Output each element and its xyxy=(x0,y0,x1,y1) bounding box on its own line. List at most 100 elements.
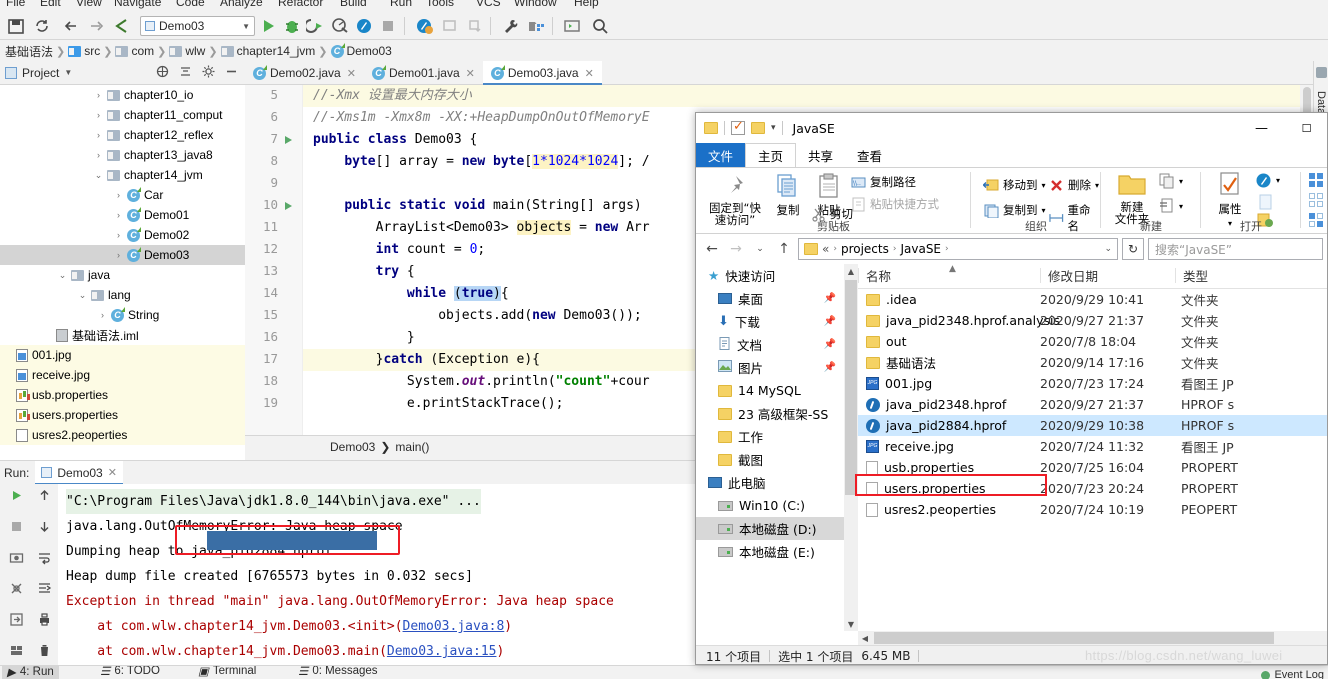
stop-icon[interactable] xyxy=(378,16,398,36)
bottom-tab-run[interactable]: ▶ 4: Run xyxy=(2,666,59,679)
minimize-button[interactable]: — xyxy=(1239,113,1284,143)
tree-item-chapter10-io[interactable]: › chapter10_io xyxy=(0,85,245,105)
nav-item-work[interactable]: 工作 xyxy=(696,425,844,448)
tab-demo02-java[interactable]: C Demo02.java ✕ xyxy=(245,61,364,85)
expand-arrow[interactable]: › xyxy=(114,250,123,260)
dropdown-icon-2[interactable]: ▾ xyxy=(1095,181,1099,190)
edit-button[interactable] xyxy=(1257,194,1273,211)
tree-item-car[interactable]: › C Car xyxy=(0,185,245,205)
menu-item-navigate[interactable]: Navigate xyxy=(114,0,161,9)
collapse-arrow[interactable]: ⌄ xyxy=(78,290,87,301)
file-row[interactable]: java_pid2348.hprof 2020/9/27 21:37 HPROF s xyxy=(858,394,1327,415)
editor-breadcrumb-method[interactable]: main() xyxy=(395,440,429,454)
menu-item-view[interactable]: View xyxy=(76,0,102,9)
file-row[interactable]: java_pid2348.hprof.analysis 2020/9/27 21:… xyxy=(858,310,1327,331)
run-configuration-selector[interactable]: Demo03 ▼ xyxy=(140,16,255,36)
dropdown-icon-3[interactable]: ▾ xyxy=(1042,206,1046,215)
menu-item-code[interactable]: Code xyxy=(176,0,205,9)
collapse-arrow[interactable]: ⌄ xyxy=(94,170,103,181)
tree-item-usbproperties[interactable]: usb.properties xyxy=(0,385,245,405)
breadcrumb-item-module[interactable]: 基础语法 xyxy=(2,43,56,60)
nav-item-downloads[interactable]: ⬇ 下载 📌 xyxy=(696,310,844,333)
stacktrace-link[interactable]: Demo03.java:15 xyxy=(387,644,497,659)
forward-icon[interactable] xyxy=(86,16,106,36)
menu-item-analyze[interactable]: Analyze xyxy=(220,0,263,9)
maximize-button[interactable]: ☐ xyxy=(1284,113,1327,143)
scroll-to-end-icon[interactable] xyxy=(37,581,52,599)
debug-icon[interactable] xyxy=(282,16,302,36)
event-log-status[interactable]: Event Log xyxy=(1261,669,1324,679)
tree-item-chapter14-jvm[interactable]: ⌄ chapter14_jvm xyxy=(0,165,245,185)
print-icon[interactable] xyxy=(37,612,52,630)
nav-item-local-disk-d[interactable]: 本地磁盘 (D:) xyxy=(696,517,844,540)
pin-icon[interactable]: 📌 xyxy=(824,339,836,350)
close-icon[interactable]: ✕ xyxy=(466,67,475,80)
scrollbar-thumb[interactable] xyxy=(874,632,1274,644)
nav-item-23-framework[interactable]: 23 高级框架-SS xyxy=(696,402,844,425)
tree-item-chapter12-reflex[interactable]: › chapter12_reflex xyxy=(0,125,245,145)
copy-button[interactable]: 复制 xyxy=(768,173,808,216)
bottom-tab-terminal[interactable]: ▣ Terminal xyxy=(198,666,256,678)
menu-item-build[interactable]: Build xyxy=(340,0,367,9)
dropdown-icon-5[interactable]: ▾ xyxy=(1179,202,1183,211)
dropdown-icon[interactable]: ▾ xyxy=(1042,181,1046,190)
editor-gutter[interactable]: 5 6 7 8 9 10 11 12 13 14 15 16 17 18 19 xyxy=(245,85,303,435)
file-explorer-window[interactable]: ▾ JavaSE — ☐ 文件 主页 共享 查看 固定到“快 速访问” 复制 xyxy=(695,112,1328,665)
open-button[interactable]: ▾ xyxy=(1255,172,1280,189)
scrollbar-thumb[interactable] xyxy=(845,280,857,495)
new-folder-icon[interactable] xyxy=(751,122,765,134)
copy-to-button[interactable]: 复制到 ▾ xyxy=(983,202,1046,218)
properties-icon[interactable] xyxy=(731,119,745,135)
stop-icon[interactable] xyxy=(9,519,24,537)
address-crumb-javase[interactable]: JavaSE xyxy=(900,242,941,256)
expand-arrow[interactable]: › xyxy=(94,130,103,140)
menu-item-edit[interactable]: Edit xyxy=(40,0,61,9)
dropdown-icon-4[interactable]: ▾ xyxy=(1179,177,1183,186)
dropdown-icon[interactable]: ▾ xyxy=(771,123,776,133)
file-row[interactable]: .idea 2020/9/29 10:41 文件夹 xyxy=(858,289,1327,310)
tree-item-001jpg[interactable]: 001.jpg xyxy=(0,345,245,365)
scroll-up-icon[interactable]: ▲ xyxy=(844,264,858,278)
close-icon[interactable]: ✕ xyxy=(585,67,594,80)
tab-demo03-java[interactable]: C Demo03.java ✕ xyxy=(482,61,602,85)
breadcrumb-item-src[interactable]: src xyxy=(65,44,103,58)
nav-item-local-disk-e[interactable]: 本地磁盘 (E:) xyxy=(696,540,844,563)
settings-icon[interactable] xyxy=(500,16,520,36)
folder-icon[interactable] xyxy=(704,122,718,134)
build-icon[interactable] xyxy=(440,16,460,36)
recent-locations-icon[interactable]: ⌄ xyxy=(750,239,770,259)
back-icon[interactable]: ← xyxy=(702,239,722,259)
ribbon-tab-home[interactable]: 主页 xyxy=(745,143,797,167)
project-structure-icon[interactable] xyxy=(526,16,546,36)
scroll-left-icon[interactable]: ◀ xyxy=(858,631,872,645)
tree-item-lang[interactable]: ⌄ lang xyxy=(0,285,245,305)
terminal-icon[interactable] xyxy=(562,16,582,36)
layout-icon[interactable] xyxy=(9,643,24,661)
menu-item-vcs[interactable]: VCS xyxy=(476,0,501,9)
gear-icon[interactable] xyxy=(202,65,215,81)
file-list-hscrollbar[interactable]: ◀ xyxy=(858,631,1327,645)
chevron-down-icon[interactable]: ⌄ xyxy=(1104,244,1112,254)
navigate-icon[interactable] xyxy=(112,16,132,36)
export-icon[interactable] xyxy=(9,612,24,630)
tree-item-chapter13-java8[interactable]: › chapter13_java8 xyxy=(0,145,245,165)
ribbon-tab-file[interactable]: 文件 xyxy=(696,143,746,167)
nav-item-pictures[interactable]: 图片 📌 xyxy=(696,356,844,379)
project-tree[interactable]: › chapter10_io › chapter11_comput › chapter… xyxy=(0,85,245,460)
pin-icon[interactable]: 📌 xyxy=(824,316,836,327)
nav-pane-scrollbar[interactable]: ▲ ▼ xyxy=(844,264,858,631)
column-header-name[interactable]: ▲ 名称 xyxy=(858,263,1040,288)
tree-item-string[interactable]: › C String xyxy=(0,305,245,325)
nav-item-desktop[interactable]: 桌面 📌 xyxy=(696,287,844,310)
screenshot-icon[interactable] xyxy=(9,550,24,568)
run-icon[interactable] xyxy=(258,16,278,36)
new-item-button[interactable]: ▾ xyxy=(1159,173,1183,189)
nav-item-documents[interactable]: 文档 📌 xyxy=(696,333,844,356)
tree-item-receivejpg[interactable]: receive.jpg xyxy=(0,365,245,385)
explorer-navigation-pane[interactable]: ★ 快速访问 桌面 📌 ⬇ 下载 📌 文档 📌 图片 📌 14 MySQL 23 高级框架-… xyxy=(696,264,844,631)
easy-access-button[interactable]: ▾ xyxy=(1159,198,1183,214)
copy-path-button[interactable]: \\.. 复制路径 xyxy=(851,174,916,190)
run-tab-demo03[interactable]: Demo03 ✕ xyxy=(35,460,123,485)
dropdown-icon-7[interactable]: ▾ xyxy=(1276,176,1280,185)
file-row[interactable]: usres2.peoperties 2020/7/24 10:19 PEOPERT xyxy=(858,499,1327,520)
